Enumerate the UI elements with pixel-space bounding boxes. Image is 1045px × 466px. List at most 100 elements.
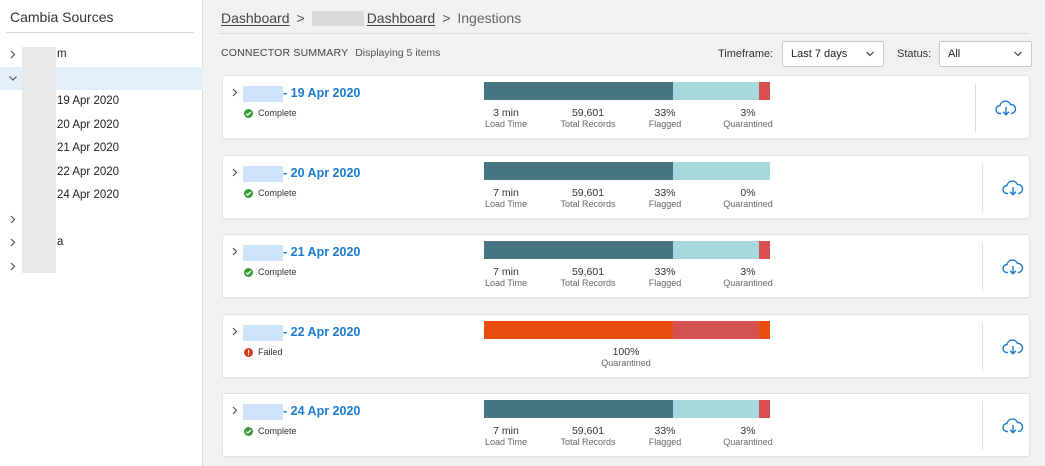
metric-label: Quarantined [723, 278, 773, 288]
metric-item: 7 min Load Time [484, 187, 528, 210]
status-filter-select[interactable]: All [939, 41, 1032, 67]
card-divider [982, 243, 983, 291]
chevron-right-icon[interactable] [231, 245, 239, 262]
metric-label: Flagged [648, 119, 682, 129]
metric-label: Load Time [484, 437, 528, 447]
download-cloud-icon[interactable] [995, 98, 1017, 118]
breadcrumb-sub-dashboard-link[interactable]: Dashboard [367, 10, 436, 26]
metric-value: 3% [740, 425, 756, 437]
chevron-right-icon[interactable] [8, 255, 18, 288]
redacted-connector-name [243, 325, 283, 341]
metric-value: 59,601 [571, 187, 605, 199]
chevron-right-icon[interactable] [231, 166, 239, 183]
timeframe-select[interactable]: Last 7 days [782, 41, 884, 67]
bar-segment-quarantined [758, 82, 770, 100]
metric-item: 3% Quarantined [718, 425, 778, 448]
check-circle-icon [244, 108, 253, 118]
metric-value: 3 min [493, 107, 519, 119]
download-cloud-icon[interactable] [1002, 416, 1024, 436]
metric-label: Total Records [560, 199, 616, 209]
bar-segment-flagged [672, 321, 759, 339]
ingestion-title-link[interactable]: - 24 Apr 2020 [283, 404, 360, 418]
status-text: Complete [258, 108, 297, 118]
metric-label: Flagged [648, 437, 682, 447]
metric-label: Total Records [560, 278, 616, 288]
summary-count: Displaying 5 items [355, 47, 441, 59]
redacted-source-names [22, 47, 56, 273]
metric-label: Total Records [560, 437, 616, 447]
download-cloud-icon[interactable] [1002, 178, 1024, 198]
metric-item: 33% Flagged [643, 107, 687, 130]
metric-item: 0% Quarantined [718, 187, 778, 210]
sidebar-divider [6, 32, 194, 33]
ingestion-title-link[interactable]: - 21 Apr 2020 [283, 245, 360, 259]
metric-label: Quarantined [723, 119, 773, 129]
metric-value: 59,601 [571, 425, 605, 437]
metric-value: 59,601 [571, 266, 605, 278]
sources-sidebar: Cambia Sources m 19 Apr 2020 20 Apr 2020 21… [0, 0, 203, 466]
metric-item: 33% Flagged [643, 187, 687, 210]
bar-segment-loaded [484, 241, 673, 259]
tree-item-label: 20 Apr 2020 [57, 118, 120, 131]
ingestion-title-link[interactable]: - 22 Apr 2020 [283, 325, 360, 339]
download-cloud-icon[interactable] [1002, 337, 1024, 357]
status-filter-label: Status: [897, 48, 932, 60]
ingestion-card: - 22 Apr 2020 Failed 100% Quarantined [222, 314, 1030, 378]
ingestion-title-link[interactable]: - 20 Apr 2020 [283, 166, 360, 180]
bar-segment-loaded [484, 321, 673, 339]
status-text: Complete [258, 188, 297, 198]
breadcrumb-dashboard-link[interactable]: Dashboard [221, 10, 290, 26]
metric-item: 59,601 Total Records [554, 107, 622, 130]
bar-segment-quarantined [758, 321, 770, 339]
metric-value: 33% [654, 266, 676, 278]
status-indicator: Complete [244, 267, 297, 277]
check-circle-icon [244, 426, 253, 436]
tree-item-label: 21 Apr 2020 [57, 142, 120, 154]
tree-item-label: m [57, 48, 67, 60]
download-cloud-icon[interactable] [1002, 257, 1024, 277]
status-indicator: Complete [244, 188, 297, 198]
status-text: Failed [258, 347, 283, 357]
metric-item: 3% Quarantined [718, 107, 778, 130]
tree-item-label: 22 Apr 2020 [57, 165, 120, 178]
ingestion-progress-bar [484, 241, 770, 259]
metric-value: 0% [740, 187, 756, 199]
redacted-connector-name [243, 245, 283, 261]
metric-item: 7 min Load Time [484, 425, 528, 448]
chevron-right-icon[interactable] [231, 325, 239, 342]
metric-label: Total Records [560, 119, 616, 129]
metric-item: 33% Flagged [643, 266, 687, 289]
status-indicator: Failed [244, 347, 283, 357]
metric-item: 7 min Load Time [484, 266, 528, 289]
bar-segment-flagged [672, 162, 770, 180]
bar-segment-loaded [484, 162, 673, 180]
bar-segment-quarantined [758, 400, 770, 418]
status-text: Complete [258, 267, 297, 277]
chevron-down-icon [1013, 42, 1023, 76]
check-circle-icon [244, 188, 253, 198]
bar-segment-loaded [484, 400, 673, 418]
metric-label: Flagged [648, 278, 682, 288]
metric-label: Load Time [484, 199, 528, 209]
metric-value: 33% [654, 107, 676, 119]
metric-quarantined: 100% Quarantined [586, 346, 666, 369]
metric-item: 3 min Load Time [484, 107, 528, 130]
bar-segment-loaded [484, 82, 673, 100]
metric-value: 7 min [493, 266, 519, 278]
check-circle-icon [244, 267, 253, 277]
ingestion-progress-bar [484, 321, 770, 339]
breadcrumb: Dashboard > Dashboard > Ingestions [221, 10, 521, 26]
metric-value: 7 min [493, 425, 519, 437]
metric-value: 3% [740, 266, 756, 278]
ingestion-title-link[interactable]: - 19 Apr 2020 [283, 86, 360, 100]
chevron-right-icon[interactable] [231, 86, 239, 103]
chevron-down-icon [865, 42, 875, 76]
chevron-right-icon[interactable] [231, 404, 239, 421]
metric-value: 59,601 [571, 107, 605, 119]
metric-label: Quarantined [723, 199, 773, 209]
metric-label: Load Time [484, 119, 528, 129]
card-divider [982, 402, 983, 450]
metric-label: Quarantined [723, 437, 773, 447]
metric-label: Flagged [648, 199, 682, 209]
metric-item: 33% Flagged [643, 425, 687, 448]
